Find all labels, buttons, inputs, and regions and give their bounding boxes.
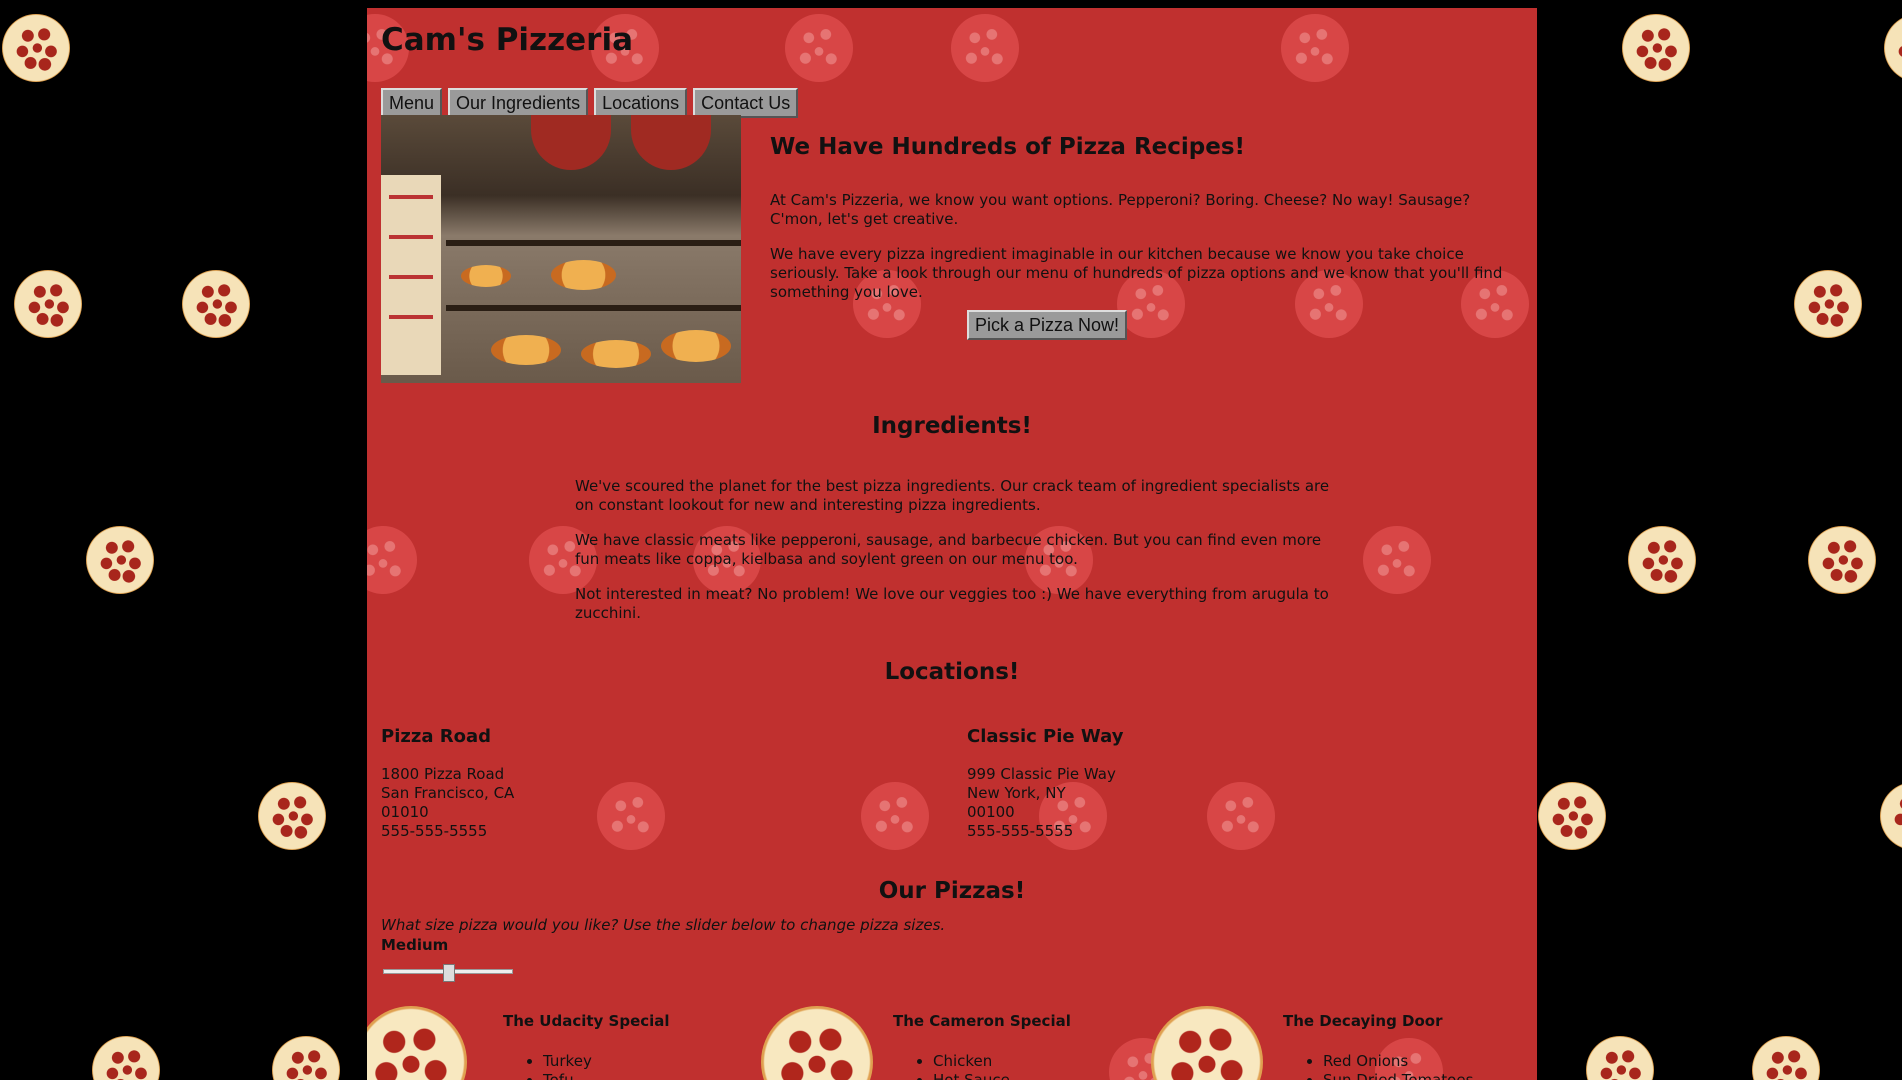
pizza-ingredients-list: Chicken Hot Sauce — [911, 1052, 1010, 1080]
nav-ingredients-button[interactable]: Our Ingredients — [448, 88, 589, 118]
address-city: San Francisco, CA — [381, 784, 515, 802]
nav-contact-button[interactable]: Contact Us — [693, 88, 799, 118]
hero-paragraph-2: We have every pizza ingredient imaginabl… — [770, 245, 1503, 301]
ingredient-item: Chicken — [933, 1052, 1010, 1071]
pizza-size-slider[interactable] — [381, 964, 513, 982]
pizza-icon — [1628, 526, 1696, 594]
pizza-image — [1151, 1006, 1263, 1080]
pizza-icon — [14, 270, 82, 338]
pizzas-heading: Our Pizzas! — [878, 878, 1026, 904]
pizza-icon — [92, 1036, 160, 1080]
location-name: Pizza Road — [381, 726, 491, 747]
pizza-icon — [1752, 1036, 1820, 1080]
ingredients-paragraph-1: We've scoured the planet for the best pi… — [575, 477, 1330, 514]
address-zip: 01010 — [381, 803, 429, 821]
location-address: 1800 Pizza Road San Francisco, CA 01010 … — [381, 765, 514, 841]
address-zip: 00100 — [967, 803, 1015, 821]
ingredients-paragraph-3: Not interested in meat? No problem! We l… — [575, 585, 1329, 622]
ingredient-item: Sun Dried Tomatoes — [1323, 1071, 1473, 1080]
pizza-icon — [1622, 14, 1690, 82]
ingredient-item: Hot Sauce — [933, 1071, 1010, 1080]
pizza-icon — [1884, 14, 1902, 82]
pizza-icon — [1880, 782, 1902, 850]
address-street: 1800 Pizza Road — [381, 765, 505, 783]
ingredients-heading: Ingredients! — [872, 413, 1032, 439]
pizza-icon — [1538, 782, 1606, 850]
hero-paragraph-1: At Cam's Pizzeria, we know you want opti… — [770, 191, 1471, 228]
pizza-name: The Cameron Special — [893, 1012, 1071, 1030]
pizza-name: The Udacity Special — [503, 1012, 670, 1030]
size-prompt: What size pizza would you like? Use the … — [381, 916, 946, 934]
location-address: 999 Classic Pie Way New York, NY 00100 5… — [967, 765, 1116, 841]
main-panel: Cam's Pizzeria Menu Our Ingredients Loca… — [367, 8, 1537, 1080]
pizza-icon — [1808, 526, 1876, 594]
slider-thumb[interactable] — [443, 964, 455, 982]
ingredients-paragraph-2: We have classic meats like pepperoni, sa… — [575, 531, 1322, 568]
nav-menu-button[interactable]: Menu — [381, 88, 443, 118]
address-phone: 555-555-5555 — [381, 822, 488, 840]
location-name: Classic Pie Way — [967, 726, 1124, 747]
pizza-ingredients-list: Red Onions Sun Dried Tomatoes — [1301, 1052, 1473, 1080]
locations-heading: Locations! — [884, 659, 1020, 685]
pizza-image — [761, 1006, 873, 1080]
site-title: Cam's Pizzeria — [381, 22, 633, 58]
pizza-ingredients-list: Turkey Tofu — [521, 1052, 592, 1080]
pizza-icon — [2, 14, 70, 82]
pizza-image — [367, 1006, 467, 1080]
pizza-icon — [272, 1036, 340, 1080]
size-label: Medium — [381, 936, 449, 954]
pizza-icon — [258, 782, 326, 850]
ingredient-item: Red Onions — [1323, 1052, 1473, 1071]
address-phone: 555-555-5555 — [967, 822, 1074, 840]
address-street: 999 Classic Pie Way — [967, 765, 1116, 783]
pizza-icon — [182, 270, 250, 338]
pizza-icon — [1586, 1036, 1654, 1080]
pizza-icon — [1794, 270, 1862, 338]
pizzeria-counter-photo — [381, 115, 741, 383]
nav-locations-button[interactable]: Locations — [594, 88, 688, 118]
ingredient-item: Tofu — [543, 1071, 592, 1080]
nav-bar: Menu Our Ingredients Locations Contact U… — [381, 88, 799, 118]
ingredient-item: Turkey — [543, 1052, 592, 1071]
address-city: New York, NY — [967, 784, 1066, 802]
pizza-icon — [86, 526, 154, 594]
pick-a-pizza-button[interactable]: Pick a Pizza Now! — [967, 310, 1128, 340]
pizza-name: The Decaying Door — [1283, 1012, 1443, 1030]
hero-heading: We Have Hundreds of Pizza Recipes! — [770, 134, 1246, 160]
